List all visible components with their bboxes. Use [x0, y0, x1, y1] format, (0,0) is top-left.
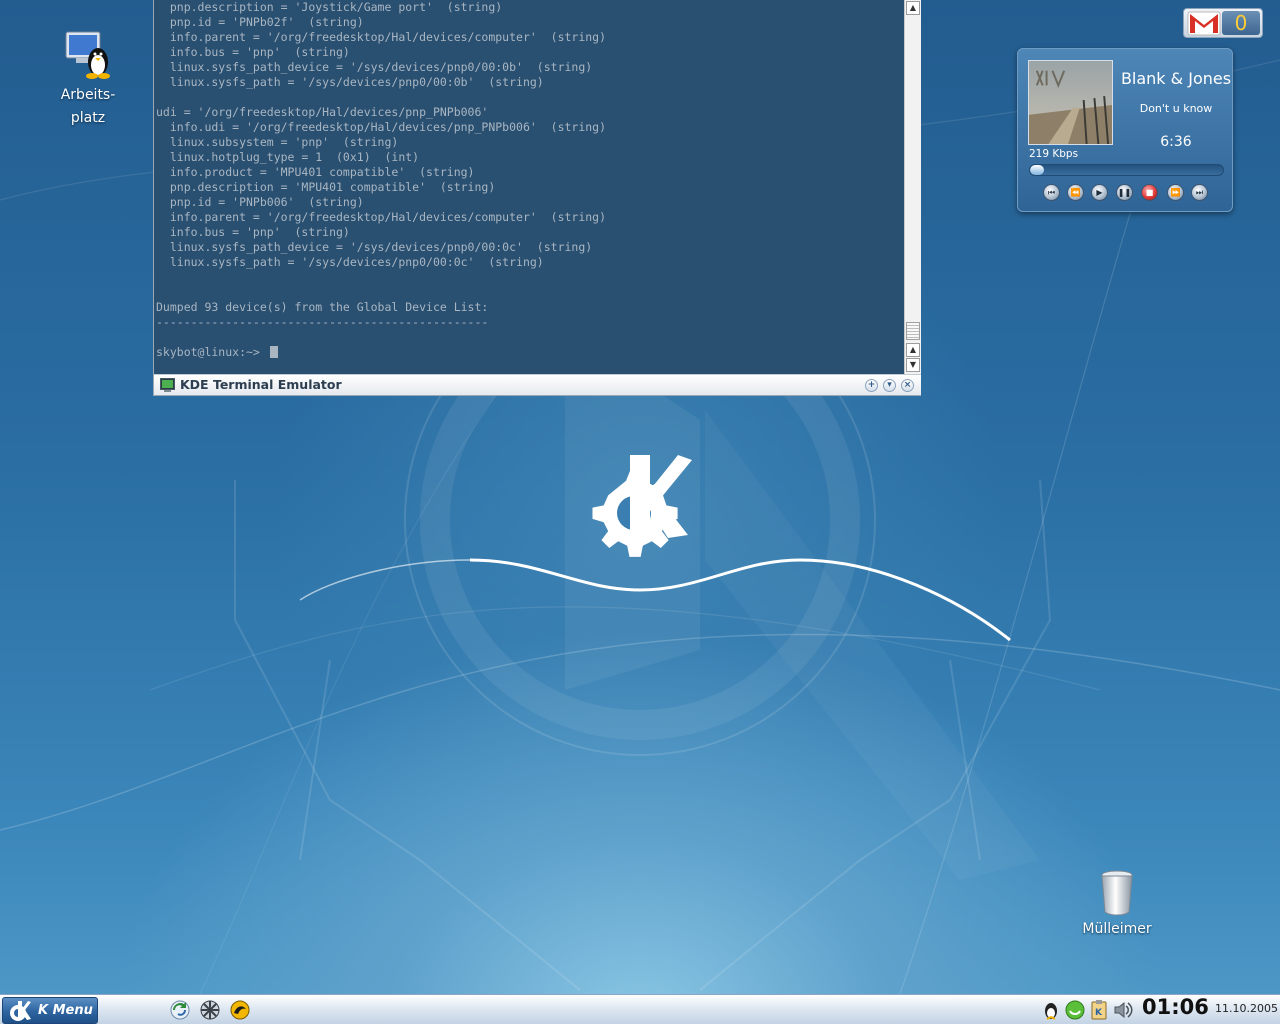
trash-icon — [1101, 870, 1133, 916]
scroll-up-top-button[interactable]: ▲ — [906, 1, 920, 15]
k-menu-label: K Menu — [38, 1003, 93, 1018]
terminal-line: linux.sysfs_path = '/sys/devices/pnp0/00… — [156, 75, 544, 89]
desktop-icon-arbeitsplatz[interactable]: Arbeits- platz — [38, 28, 138, 130]
amarok-icon[interactable] — [229, 999, 251, 1021]
taskbar: K Menu K 01:06 11.10.2005 — [0, 994, 1280, 1024]
terminal-output[interactable]: pnp.description = 'Joystick/Game port' (… — [154, 0, 904, 374]
terminal-line: pnp.id = 'PNPb006' (string) — [156, 195, 364, 209]
terminal-scrollbar[interactable]: ▲ ▲ ▼ — [904, 0, 921, 374]
terminal-line: info.bus = 'pnp' (string) — [156, 225, 350, 239]
terminal-line: linux.subsystem = 'pnp' (string) — [156, 135, 399, 149]
terminal-line: linux.sysfs_path_device = '/sys/devices/… — [156, 60, 593, 74]
taskbar-clock[interactable]: 01:06 — [1142, 995, 1209, 1019]
stop-icon[interactable]: ■ — [1141, 184, 1158, 201]
unread-count: 0 — [1222, 11, 1260, 35]
terminal-line: pnp.id = 'PNPb02f' (string) — [156, 15, 364, 29]
computer-icon — [65, 31, 110, 79]
window-minimize-button[interactable]: ▾ — [883, 379, 896, 392]
album-cover — [1028, 60, 1113, 145]
track-artist: Blank & Jones — [1120, 69, 1232, 88]
terminal-line: linux.sysfs_path = '/sys/devices/pnp0/00… — [156, 255, 544, 269]
terminal-line: info.parent = '/org/freedesktop/Hal/devi… — [156, 210, 607, 224]
terminal-titlebar[interactable]: KDE Terminal Emulator + ▾ × — [154, 374, 921, 395]
track-time: 6:36 — [1160, 134, 1192, 150]
k-menu-button[interactable]: K Menu — [2, 997, 98, 1024]
window-title: KDE Terminal Emulator — [180, 377, 342, 392]
klipper-tray-icon[interactable]: K — [1088, 999, 1110, 1021]
terminal-line: skybot@linux:~> — [156, 345, 902, 360]
scrollbar-thumb[interactable] — [906, 322, 920, 340]
scroll-down-button[interactable]: ▼ — [906, 358, 920, 372]
terminal-line: info.bus = 'pnp' (string) — [156, 45, 350, 59]
player-controls: ⏮ ⏪ ▶ ❚❚ ■ ⏩ ⏭ — [1043, 184, 1213, 202]
terminal-icon — [160, 378, 175, 392]
terminal-line: Dumped 93 device(s) from the Global Devi… — [156, 300, 489, 314]
terminal-line: pnp.description = 'MPU401 compatible' (s… — [156, 180, 496, 194]
terminal-line: pnp.description = 'Joystick/Game port' (… — [156, 0, 503, 14]
skip-back-icon[interactable]: ⏮ — [1043, 184, 1060, 201]
terminal-window[interactable]: pnp.description = 'Joystick/Game port' (… — [153, 0, 921, 396]
svg-text:K: K — [1095, 1008, 1103, 1018]
volume-tray-icon[interactable] — [1112, 999, 1134, 1021]
track-bitrate: 219 Kbps — [1029, 148, 1079, 160]
terminal-line: info.udi = '/org/freedesktop/Hal/devices… — [156, 120, 607, 134]
track-progress-fill — [1030, 165, 1044, 175]
desktop-icon-label: Arbeits- — [60, 87, 116, 103]
pause-icon[interactable]: ❚❚ — [1116, 184, 1133, 201]
kde-icon — [10, 1001, 31, 1021]
scroll-up-button[interactable]: ▲ — [906, 343, 920, 357]
play-icon[interactable]: ▶ — [1091, 184, 1108, 201]
music-player-widget[interactable]: Blank & Jones Don't u know 6:36 219 Kbps… — [1017, 48, 1233, 212]
window-maximize-button[interactable]: + — [865, 379, 878, 392]
terminal-line: info.product = 'MPU401 compatible' (stri… — [156, 165, 475, 179]
terminal-lines: pnp.description = 'Joystick/Game port' (… — [156, 0, 902, 360]
terminal-cursor — [269, 346, 278, 358]
gmail-notifier[interactable]: 0 — [1183, 8, 1263, 38]
smiley-tray-icon[interactable] — [1064, 999, 1086, 1021]
terminal-line: ----------------------------------------… — [156, 315, 489, 329]
terminal-line: linux.sysfs_path_device = '/sys/devices/… — [156, 240, 593, 254]
tux-tray-icon[interactable] — [1040, 999, 1062, 1021]
konqueror-icon[interactable] — [169, 999, 191, 1021]
track-title: Don't u know — [1139, 102, 1213, 115]
terminal-line: linux.hotplug_type = 1 (0x1) (int) — [156, 150, 420, 164]
desktop-icon-label: Mülleimer — [1082, 921, 1152, 937]
skip-forward-icon[interactable]: ⏭ — [1191, 184, 1208, 201]
control-center-icon[interactable] — [199, 999, 221, 1021]
terminal-line: udi = '/org/freedesktop/Hal/devices/pnp_… — [156, 105, 489, 119]
track-progress-bar[interactable] — [1029, 164, 1224, 176]
fast-forward-icon[interactable]: ⏩ — [1167, 184, 1184, 201]
taskbar-date[interactable]: 11.10.2005 — [1215, 1002, 1278, 1015]
desktop-icon-label-line2: platz — [70, 110, 106, 126]
rewind-icon[interactable]: ⏪ — [1067, 184, 1084, 201]
gmail-icon — [1187, 11, 1221, 36]
terminal-line: info.parent = '/org/freedesktop/Hal/devi… — [156, 30, 607, 44]
window-close-button[interactable]: × — [901, 379, 914, 392]
